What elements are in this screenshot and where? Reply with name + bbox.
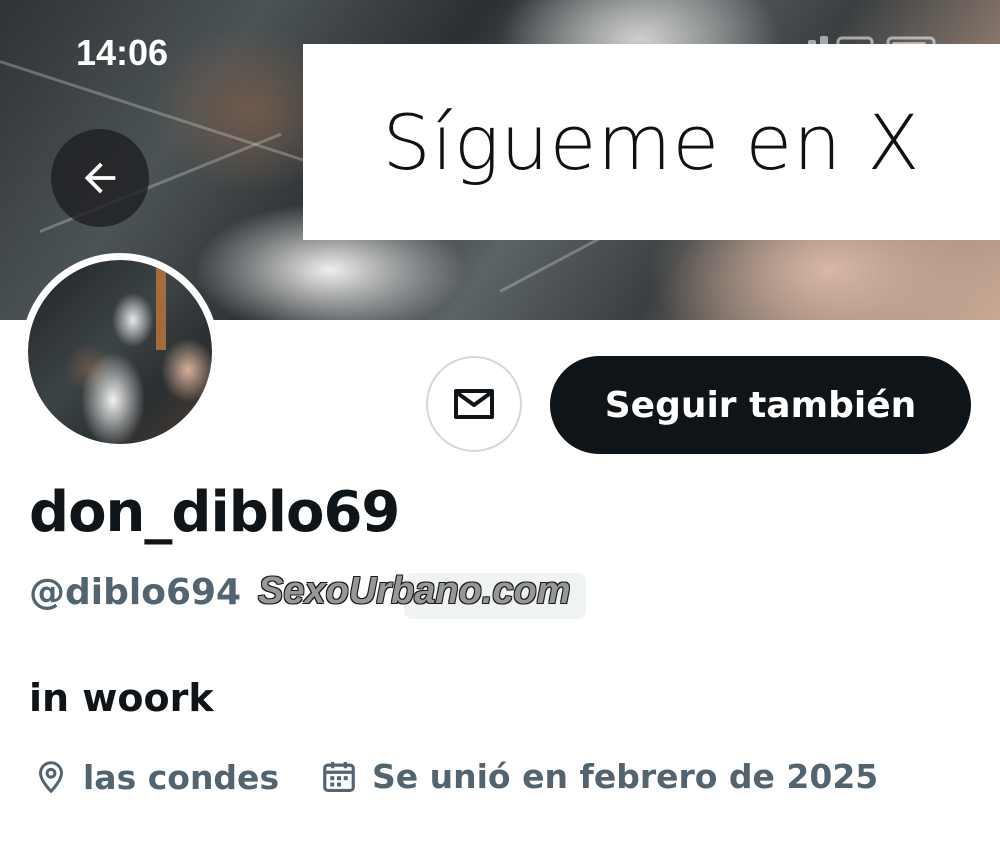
back-button[interactable] — [51, 129, 149, 227]
promo-text: Sígueme en X — [382, 97, 921, 187]
profile-location: las condes — [33, 757, 279, 797]
location-text: las condes — [83, 757, 280, 797]
message-button[interactable] — [426, 356, 522, 452]
banner-texture — [0, 60, 305, 162]
avatar-photo — [28, 260, 212, 444]
calendar-icon — [323, 761, 355, 792]
status-bar-time: 14:06 — [76, 32, 169, 73]
location-pin-icon — [38, 761, 64, 794]
joined-text: Se unió en febrero de 2025 — [372, 757, 879, 796]
user-handle: @diblo694 — [29, 572, 242, 613]
profile-joined-date: Se unió en febrero de 2025 — [320, 757, 878, 796]
envelope-icon — [454, 389, 494, 419]
arrow-left-icon — [84, 162, 116, 194]
display-name: don_diblo69 — [29, 480, 400, 545]
profile-bio: in woork — [29, 676, 214, 720]
follow-button[interactable]: Seguir también — [550, 356, 971, 454]
watermark: SexoUrbano.com — [258, 570, 571, 612]
promo-overlay: Sígueme en X — [303, 44, 1000, 240]
avatar[interactable] — [21, 253, 219, 451]
